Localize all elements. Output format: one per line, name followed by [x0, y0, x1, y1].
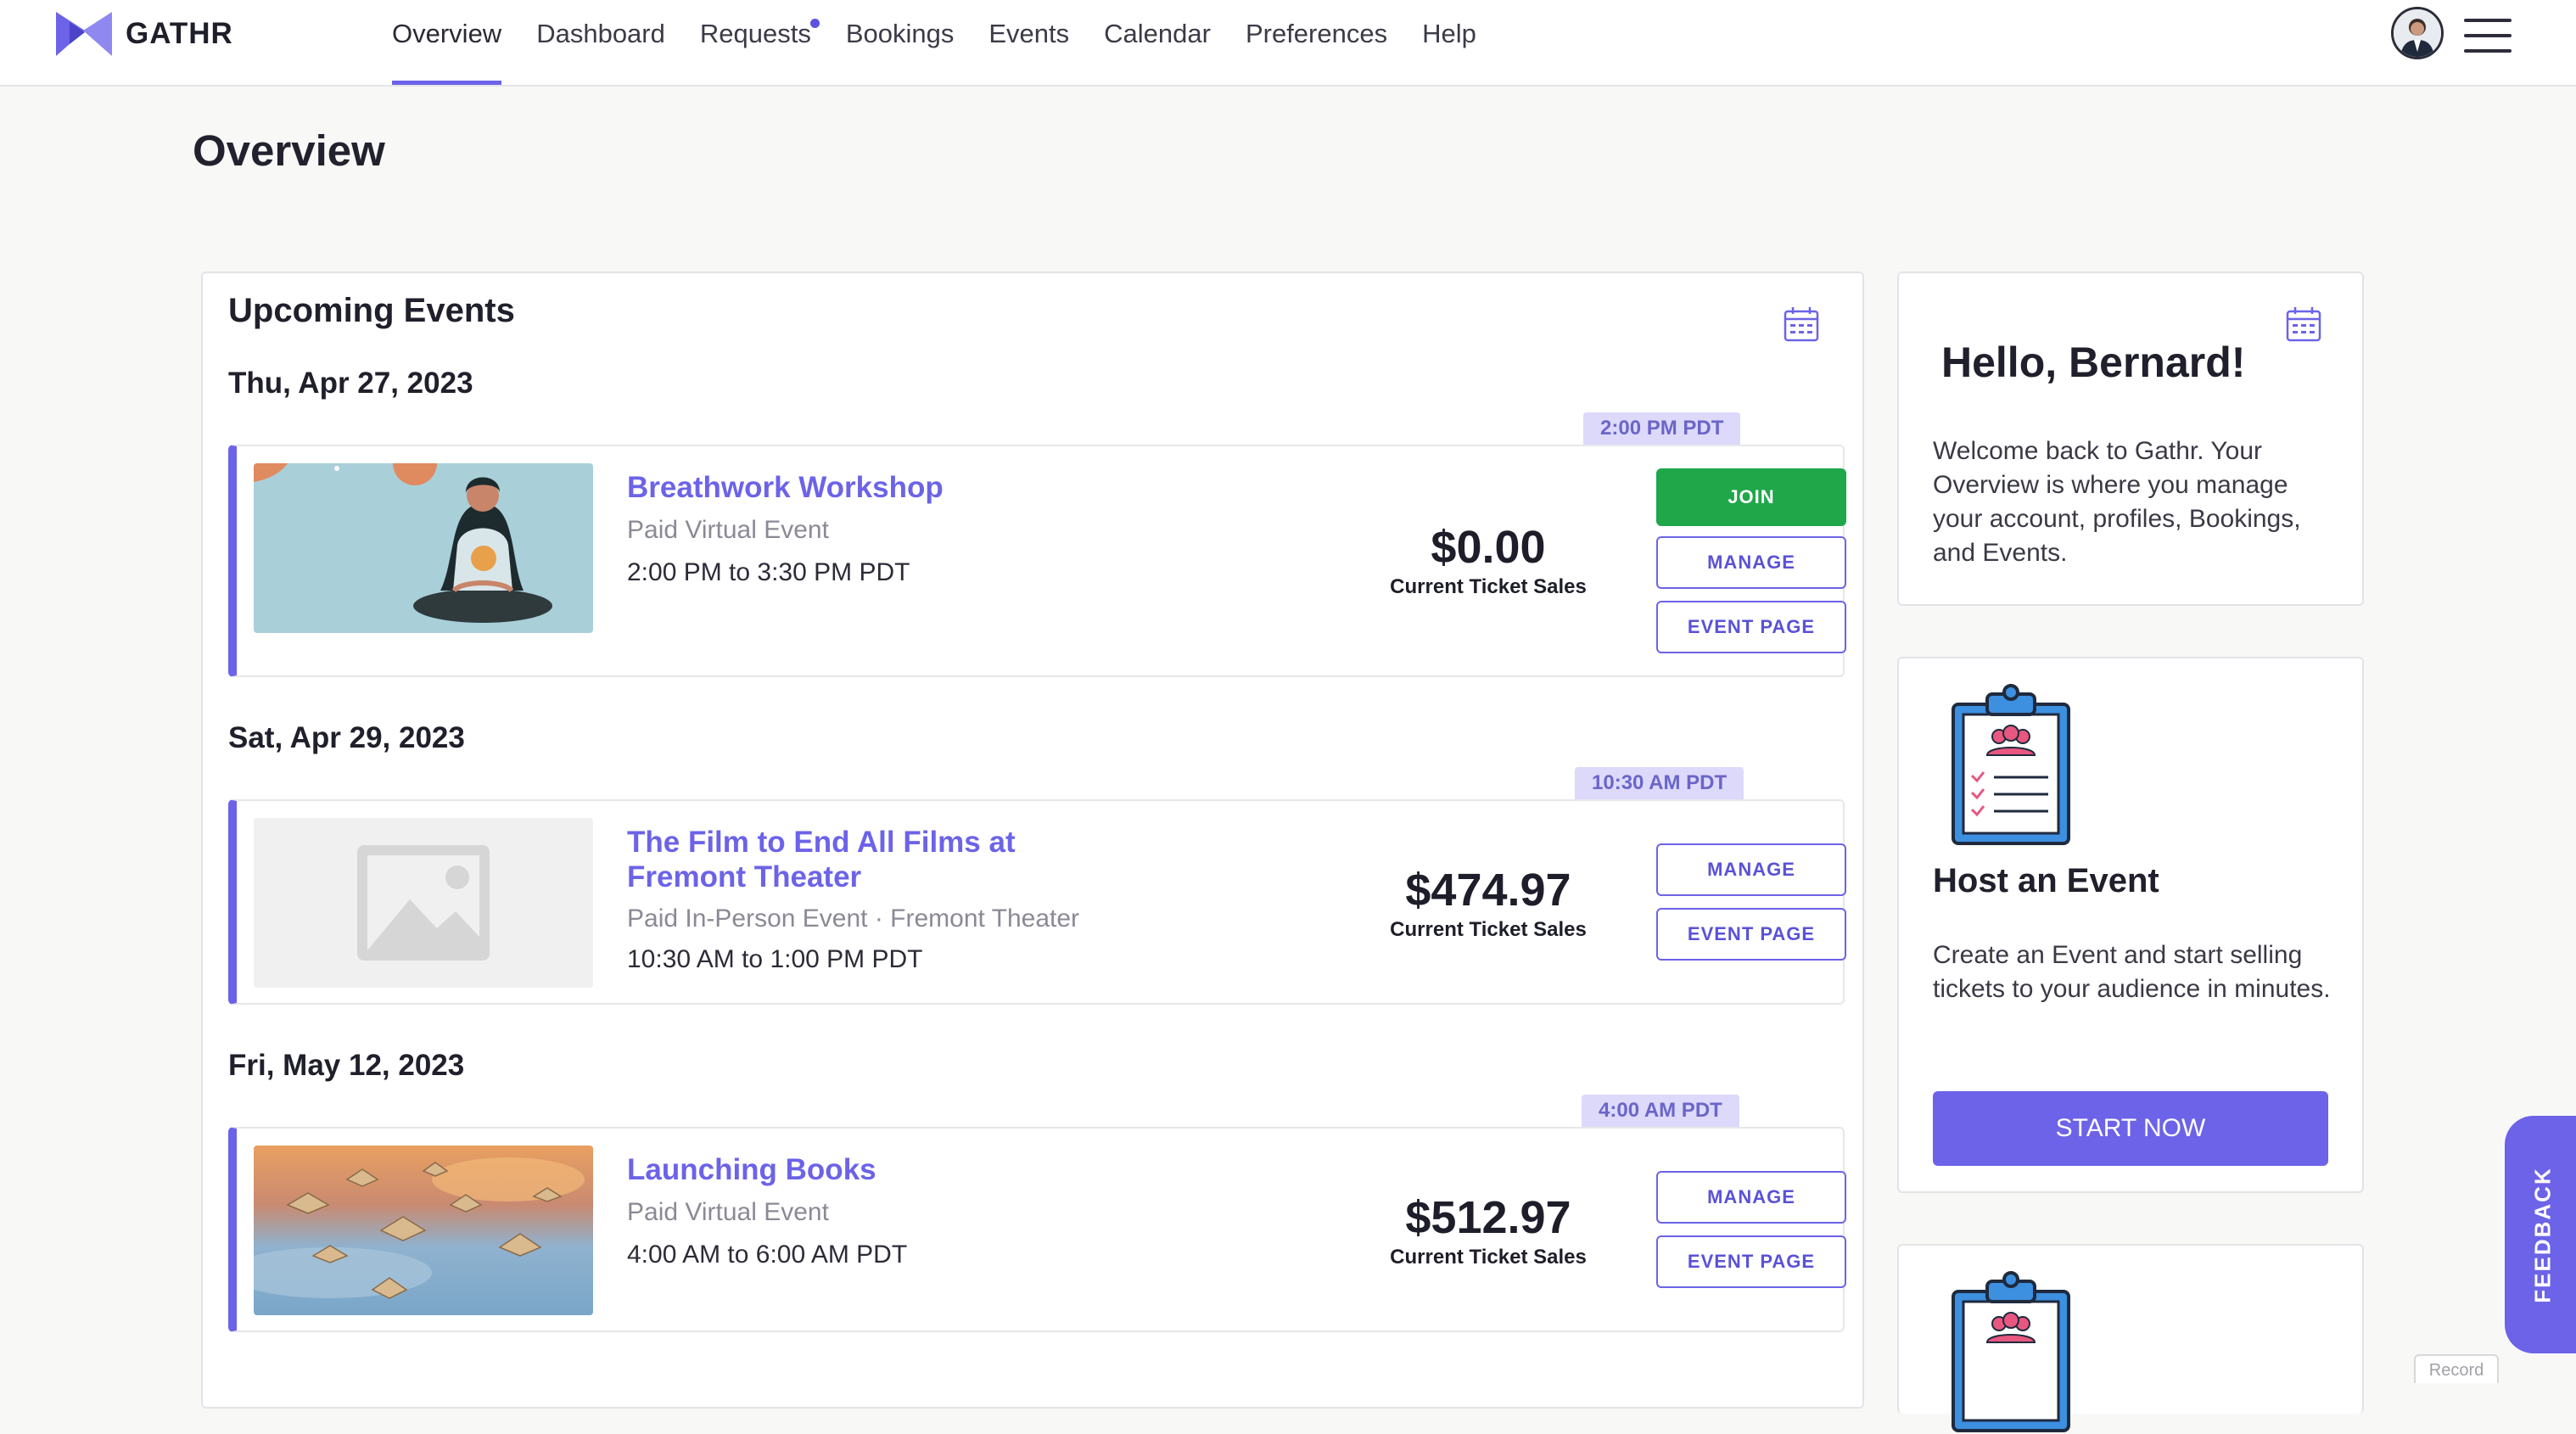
- welcome-text: Welcome back to Gathr. Your Overview is …: [1933, 437, 2301, 567]
- host-event-text: Create an Event and start selling ticket…: [1933, 941, 2331, 1003]
- manage-button[interactable]: MANAGE: [1656, 843, 1846, 896]
- gathr-logo[interactable]: GATHR: [53, 7, 233, 61]
- event-card: Breathwork Workshop Paid Virtual Event 2…: [228, 445, 1846, 677]
- brand-name: GATHR: [126, 17, 233, 50]
- event-time: 2:00 PM to 3:30 PM PDT: [627, 558, 910, 586]
- event-date-heading: Fri, May 12, 2023: [228, 1049, 465, 1082]
- event-title[interactable]: The Film to End All Films at Fremont The…: [627, 825, 1119, 894]
- page-title: Overview: [193, 126, 385, 175]
- greeting-heading: Hello, Bernard!: [1941, 339, 2246, 386]
- event-thumbnail[interactable]: [254, 818, 593, 988]
- event-page-button[interactable]: EVENT PAGE: [1656, 601, 1846, 653]
- clipboard-icon: [1952, 1271, 2070, 1432]
- nav-events[interactable]: Events: [988, 0, 1069, 85]
- nav-preferences[interactable]: Preferences: [1246, 0, 1387, 85]
- event-date-heading: Sat, Apr 29, 2023: [228, 721, 465, 754]
- nav-bookings[interactable]: Bookings: [846, 0, 955, 85]
- side-card-partial: [1897, 1244, 2364, 1432]
- nav-overview[interactable]: Overview: [392, 0, 502, 85]
- nav-help[interactable]: Help: [1422, 0, 1476, 85]
- image-placeholder-icon: [254, 818, 593, 988]
- nav-requests-label: Requests: [699, 19, 811, 48]
- upcoming-events-panel: Upcoming Events Thu, Apr 27, 2023 2:00 P…: [201, 272, 1864, 1409]
- record-button[interactable]: Record: [2414, 1354, 2499, 1383]
- calendar-icon[interactable]: [2285, 305, 2322, 343]
- meditation-illustration: [254, 463, 593, 633]
- manage-button[interactable]: MANAGE: [1656, 1171, 1846, 1224]
- ticket-sales-label: Current Ticket Sales: [1390, 918, 1587, 941]
- event-time-badge: 10:30 AM PDT: [1575, 767, 1744, 799]
- top-navigation-bar: GATHR Overview Dashboard Requests Bookin…: [0, 0, 2576, 87]
- nav-dashboard[interactable]: Dashboard: [536, 0, 665, 85]
- event-card: Launching Books Paid Virtual Event 4:00 …: [228, 1127, 1846, 1332]
- feedback-tab[interactable]: FEEDBACK: [2505, 1116, 2576, 1353]
- event-time: 4:00 AM to 6:00 AM PDT: [627, 1241, 908, 1269]
- nav-requests[interactable]: Requests: [699, 0, 820, 85]
- event-title[interactable]: Breathwork Workshop: [627, 470, 1119, 505]
- ticket-sales-amount: $474.97: [1405, 865, 1571, 916]
- event-subtitle: Paid Virtual Event: [627, 516, 829, 544]
- welcome-card: Hello, Bernard! Welcome back to Gathr. Y…: [1897, 272, 2364, 606]
- ticket-sales-label: Current Ticket Sales: [1390, 575, 1587, 598]
- event-thumbnail[interactable]: [254, 1146, 593, 1315]
- hamburger-menu-icon[interactable]: [2464, 19, 2512, 53]
- user-avatar-icon: [2394, 9, 2441, 57]
- flying-books-image: [254, 1146, 593, 1315]
- ticket-sales-amount: $512.97: [1405, 1192, 1571, 1243]
- host-event-title: Host an Event: [1933, 862, 2159, 899]
- ticket-sales-amount: $0.00: [1431, 522, 1546, 573]
- gathr-logo-icon: [56, 12, 112, 56]
- event-page-button[interactable]: EVENT PAGE: [1656, 1235, 1846, 1288]
- event-subtitle: Paid In-Person Event · Fremont Theater: [627, 905, 1080, 933]
- main-nav: Overview Dashboard Requests Bookings Eve…: [392, 0, 1511, 85]
- nav-calendar[interactable]: Calendar: [1104, 0, 1211, 85]
- join-button[interactable]: JOIN: [1656, 468, 1846, 526]
- event-page-button[interactable]: EVENT PAGE: [1656, 908, 1846, 961]
- ticket-sales-label: Current Ticket Sales: [1390, 1246, 1587, 1269]
- feedback-label: FEEDBACK: [2529, 1166, 2556, 1303]
- manage-button[interactable]: MANAGE: [1656, 536, 1846, 589]
- event-title[interactable]: Launching Books: [627, 1152, 1119, 1187]
- event-subtitle: Paid Virtual Event: [627, 1198, 829, 1226]
- event-time: 10:30 AM to 1:00 PM PDT: [627, 945, 923, 973]
- event-card: The Film to End All Films at Fremont The…: [228, 799, 1846, 1005]
- calendar-icon[interactable]: [1783, 305, 1820, 343]
- clipboard-icon: [1952, 684, 2070, 845]
- upcoming-events-title: Upcoming Events: [228, 292, 515, 329]
- start-now-button[interactable]: START NOW: [1933, 1091, 2328, 1166]
- host-event-card: Host an Event Create an Event and start …: [1897, 657, 2364, 1193]
- event-date-heading: Thu, Apr 27, 2023: [228, 367, 473, 400]
- event-time-badge: 4:00 AM PDT: [1582, 1095, 1739, 1127]
- user-avatar[interactable]: [2391, 7, 2444, 59]
- event-time-badge: 2:00 PM PDT: [1583, 412, 1741, 445]
- notification-dot: [809, 19, 820, 28]
- event-thumbnail[interactable]: [254, 463, 593, 633]
